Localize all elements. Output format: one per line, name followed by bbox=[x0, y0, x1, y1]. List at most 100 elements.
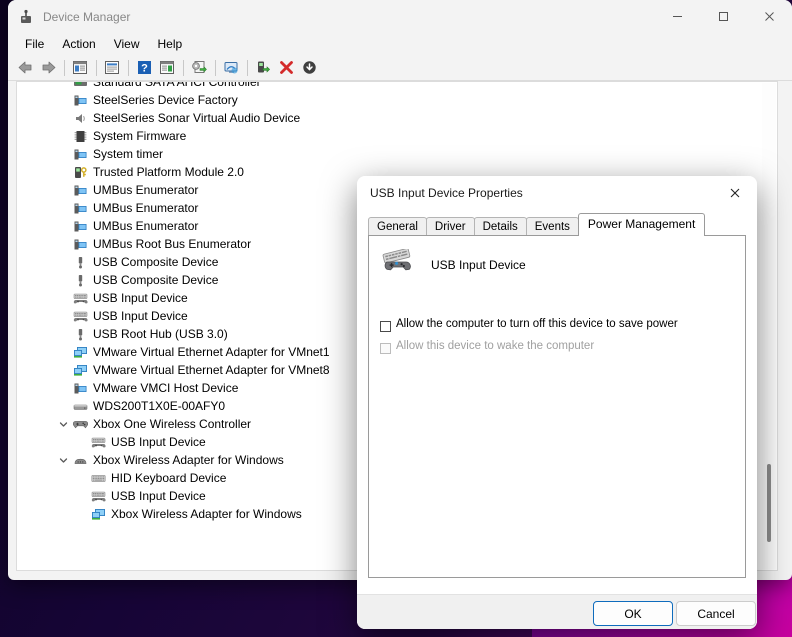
system-device-icon bbox=[71, 91, 89, 109]
allow-wake-checkbox bbox=[380, 343, 391, 354]
toolbar: ? bbox=[8, 55, 792, 81]
keyboard-icon bbox=[89, 469, 107, 487]
tree-node-label: VMware VMCI Host Device bbox=[93, 381, 239, 395]
usb-device-icon bbox=[71, 253, 89, 271]
usb-input-device-icon bbox=[89, 487, 107, 505]
tree-node-label: System Firmware bbox=[93, 129, 187, 143]
window-titlebar[interactable]: Device Manager bbox=[8, 0, 792, 33]
gamepad-icon bbox=[71, 415, 89, 433]
system-device-icon bbox=[71, 235, 89, 253]
tree-node[interactable]: Standard SATA AHCI Controller bbox=[17, 82, 762, 91]
disable-device-icon[interactable] bbox=[298, 57, 320, 78]
scrollbar-thumb[interactable] bbox=[767, 464, 771, 542]
tree-node-label: USB Root Hub (USB 3.0) bbox=[93, 327, 228, 341]
show-hide-action-pane-icon[interactable] bbox=[156, 57, 178, 78]
tree-node[interactable]: SteelSeries Device Factory bbox=[17, 91, 762, 109]
system-device-icon bbox=[71, 199, 89, 217]
tree-node-label: UMBus Enumerator bbox=[93, 183, 199, 197]
tree-node-label: System timer bbox=[93, 147, 164, 161]
ok-button[interactable]: OK bbox=[593, 601, 673, 626]
menu-file[interactable]: File bbox=[16, 34, 53, 54]
update-driver-icon[interactable] bbox=[188, 57, 210, 78]
system-device-icon bbox=[71, 217, 89, 235]
usb-input-device-properties-dialog: USB Input Device Properties General Driv… bbox=[357, 176, 757, 629]
allow-turn-off-option[interactable]: Allow the computer to turn off this devi… bbox=[369, 318, 745, 332]
tree-node-label: SteelSeries Sonar Virtual Audio Device bbox=[93, 111, 301, 125]
forward-icon[interactable] bbox=[37, 57, 59, 78]
back-icon[interactable] bbox=[14, 57, 36, 78]
add-legacy-hardware-icon[interactable] bbox=[252, 57, 274, 78]
uninstall-device-icon[interactable] bbox=[275, 57, 297, 78]
maximize-icon[interactable] bbox=[700, 0, 746, 33]
network-adapter-icon bbox=[71, 361, 89, 379]
cancel-button[interactable]: Cancel bbox=[676, 601, 756, 626]
usb-device-icon bbox=[71, 325, 89, 343]
dialog-body: General Driver Details Events Power Mana… bbox=[357, 209, 757, 595]
close-icon[interactable] bbox=[746, 0, 792, 33]
system-device-icon bbox=[71, 181, 89, 199]
tree-node-label: USB Input Device bbox=[111, 489, 206, 503]
allow-wake-label: Allow this device to wake the computer bbox=[396, 340, 595, 352]
menu-view[interactable]: View bbox=[105, 34, 149, 54]
device-name-label: USB Input Device bbox=[431, 257, 526, 272]
usb-input-device-icon bbox=[71, 289, 89, 307]
chevron-down-icon[interactable] bbox=[55, 451, 71, 469]
menu-help[interactable]: Help bbox=[149, 34, 192, 54]
tree-node-label: WDS200T1X0E-00AFY0 bbox=[93, 399, 226, 413]
system-device-icon bbox=[71, 145, 89, 163]
chevron-down-icon[interactable] bbox=[55, 415, 71, 433]
tree-node-label: UMBus Root Bus Enumerator bbox=[93, 237, 252, 251]
menu-action[interactable]: Action bbox=[53, 34, 104, 54]
properties-icon[interactable] bbox=[101, 57, 123, 78]
tree-node-label: UMBus Enumerator bbox=[93, 219, 199, 233]
allow-wake-option: Allow this device to wake the computer bbox=[369, 340, 745, 354]
disk-drive-icon bbox=[71, 397, 89, 415]
show-hide-console-tree-icon[interactable] bbox=[69, 57, 91, 78]
close-icon[interactable] bbox=[713, 176, 757, 209]
scan-for-hardware-changes-icon[interactable] bbox=[220, 57, 242, 78]
tab-details[interactable]: Details bbox=[473, 217, 527, 236]
tree-node-label: VMware Virtual Ethernet Adapter for VMne… bbox=[93, 363, 330, 377]
network-adapter-icon bbox=[71, 343, 89, 361]
device-header: USB Input Device bbox=[369, 236, 745, 280]
dialog-tabstrip: General Driver Details Events Power Mana… bbox=[368, 213, 706, 236]
tree-node-label: USB Input Device bbox=[93, 309, 188, 323]
toolbar-separator bbox=[64, 59, 65, 76]
toolbar-separator bbox=[128, 59, 129, 76]
window-title: Device Manager bbox=[43, 9, 131, 24]
tree-node[interactable]: SteelSeries Sonar Virtual Audio Device bbox=[17, 109, 762, 127]
tree-node-label: USB Composite Device bbox=[93, 273, 219, 287]
toolbar-separator bbox=[247, 59, 248, 76]
tree-node[interactable]: System Firmware bbox=[17, 127, 762, 145]
tab-driver[interactable]: Driver bbox=[425, 217, 475, 236]
usb-input-device-icon bbox=[71, 307, 89, 325]
wireless-adapter-icon bbox=[71, 451, 89, 469]
tab-events[interactable]: Events bbox=[525, 217, 579, 236]
tree-node[interactable]: System timer bbox=[17, 145, 762, 163]
tree-node-label: USB Input Device bbox=[111, 435, 206, 449]
security-device-icon bbox=[71, 163, 89, 181]
tree-vertical-scrollbar[interactable] bbox=[762, 83, 776, 569]
allow-turn-off-label: Allow the computer to turn off this devi… bbox=[396, 318, 678, 330]
tree-node-label: USB Input Device bbox=[93, 291, 188, 305]
tree-node-label: HID Keyboard Device bbox=[111, 471, 227, 485]
tree-node-label: UMBus Enumerator bbox=[93, 201, 199, 215]
allow-turn-off-checkbox[interactable] bbox=[380, 321, 391, 332]
minimize-icon[interactable] bbox=[654, 0, 700, 33]
dialog-footer: OK Cancel bbox=[357, 594, 757, 629]
window-controls bbox=[654, 0, 792, 33]
toolbar-separator bbox=[96, 59, 97, 76]
dialog-title: USB Input Device Properties bbox=[370, 185, 523, 200]
svg-text:?: ? bbox=[141, 63, 148, 75]
usb-input-device-icon bbox=[381, 248, 415, 280]
toolbar-separator bbox=[183, 59, 184, 76]
tree-node-label: Xbox One Wireless Controller bbox=[93, 417, 252, 431]
tab-general[interactable]: General bbox=[368, 217, 427, 236]
system-device-icon bbox=[71, 379, 89, 397]
firmware-icon bbox=[71, 127, 89, 145]
tree-node-label: USB Composite Device bbox=[93, 255, 219, 269]
help-icon[interactable]: ? bbox=[133, 57, 155, 78]
tab-power-management[interactable]: Power Management bbox=[577, 213, 706, 236]
dialog-titlebar[interactable]: USB Input Device Properties bbox=[357, 176, 757, 209]
audio-device-icon bbox=[71, 109, 89, 127]
